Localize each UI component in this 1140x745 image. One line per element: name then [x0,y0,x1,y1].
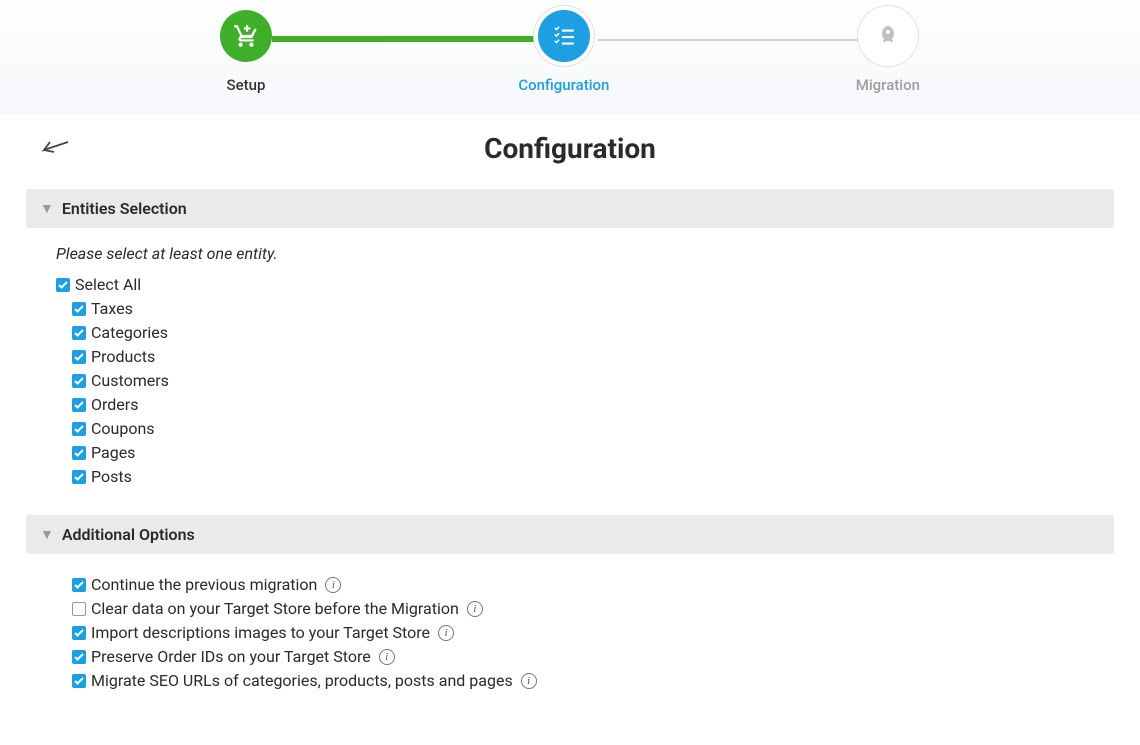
option-label: Import descriptions images to your Targe… [91,623,430,642]
back-arrow-icon [38,134,72,160]
entity-checkbox[interactable] [72,350,86,364]
entity-label: Pages [91,443,135,462]
check-icon [74,580,84,590]
option-checkbox[interactable] [72,650,86,664]
stepper: Setup Configuration Migration [220,10,920,94]
step-configuration-circle [538,10,590,62]
entity-checkbox[interactable] [72,398,86,412]
step-migration-label: Migration [856,76,920,94]
entity-checkbox[interactable] [72,470,86,484]
cart-plus-icon [233,23,259,49]
connector-done [272,36,542,42]
entity-checkbox[interactable] [72,302,86,316]
option-label: Continue the previous migration [91,575,317,594]
entity-row: Coupons [72,419,1100,438]
entity-checkbox[interactable] [72,326,86,340]
entity-row: Posts [72,467,1100,486]
entity-row: Categories [72,323,1100,342]
option-checkbox[interactable] [72,578,86,592]
rocket-icon [876,24,900,48]
option-label: Preserve Order IDs on your Target Store [91,647,371,666]
entity-row: Taxes [72,299,1100,318]
check-icon [74,376,84,386]
option-checkbox[interactable] [72,674,86,688]
check-icon [74,472,84,482]
entity-checkbox[interactable] [72,446,86,460]
entity-row: Pages [72,443,1100,462]
entity-row: Customers [72,371,1100,390]
option-row: Preserve Order IDs on your Target Store i [72,647,1100,666]
check-icon [74,676,84,686]
info-icon[interactable]: i [379,649,395,665]
section-entities-title: Entities Selection [62,199,187,218]
back-button[interactable] [38,134,72,164]
info-icon[interactable]: i [325,577,341,593]
info-icon[interactable]: i [438,625,454,641]
option-row: Import descriptions images to your Targe… [72,623,1100,642]
check-icon [74,304,84,314]
option-checkbox[interactable] [72,602,86,616]
select-all-row: Select All [56,275,1100,294]
checklist-icon [551,23,577,49]
connector-pending [598,39,868,41]
chevron-down-icon: ▼ [40,200,54,217]
check-icon [74,628,84,638]
step-migration-circle [862,10,914,62]
step-setup-label: Setup [227,76,266,94]
chevron-down-icon: ▼ [40,526,54,543]
check-icon [58,280,68,290]
entity-row: Orders [72,395,1100,414]
config-card: Configuration ▼ Entities Selection Pleas… [10,114,1130,705]
info-icon[interactable]: i [521,673,537,689]
select-all-label: Select All [75,275,141,294]
step-setup-circle [220,10,272,62]
check-icon [74,328,84,338]
info-icon[interactable]: i [467,601,483,617]
option-label: Clear data on your Target Store before t… [91,599,459,618]
section-options-header[interactable]: ▼ Additional Options [26,515,1114,554]
step-migration[interactable]: Migration [856,10,920,94]
entity-label: Orders [91,395,138,414]
entity-label: Posts [91,467,132,486]
section-entities-header[interactable]: ▼ Entities Selection [26,189,1114,228]
entity-label: Coupons [91,419,155,438]
entity-checkbox[interactable] [72,374,86,388]
check-icon [74,652,84,662]
entity-label: Taxes [91,299,133,318]
option-row: Continue the previous migration i [72,575,1100,594]
check-icon [74,448,84,458]
entity-label: Products [91,347,155,366]
select-all-checkbox[interactable] [56,278,70,292]
section-options-title: Additional Options [62,525,195,544]
option-label: Migrate SEO URLs of categories, products… [91,671,513,690]
check-icon [74,352,84,362]
entity-checkbox[interactable] [72,422,86,436]
check-icon [74,400,84,410]
check-icon [74,424,84,434]
step-configuration-label: Configuration [518,76,609,94]
step-setup[interactable]: Setup [220,10,272,94]
entity-row: Products [72,347,1100,366]
option-row: Migrate SEO URLs of categories, products… [72,671,1100,690]
entity-label: Categories [91,323,168,342]
option-checkbox[interactable] [72,626,86,640]
step-configuration[interactable]: Configuration [518,10,609,94]
entity-label: Customers [91,371,169,390]
page-title: Configuration [38,132,1102,165]
entities-hint: Please select at least one entity. [56,244,1100,263]
option-row: Clear data on your Target Store before t… [72,599,1100,618]
